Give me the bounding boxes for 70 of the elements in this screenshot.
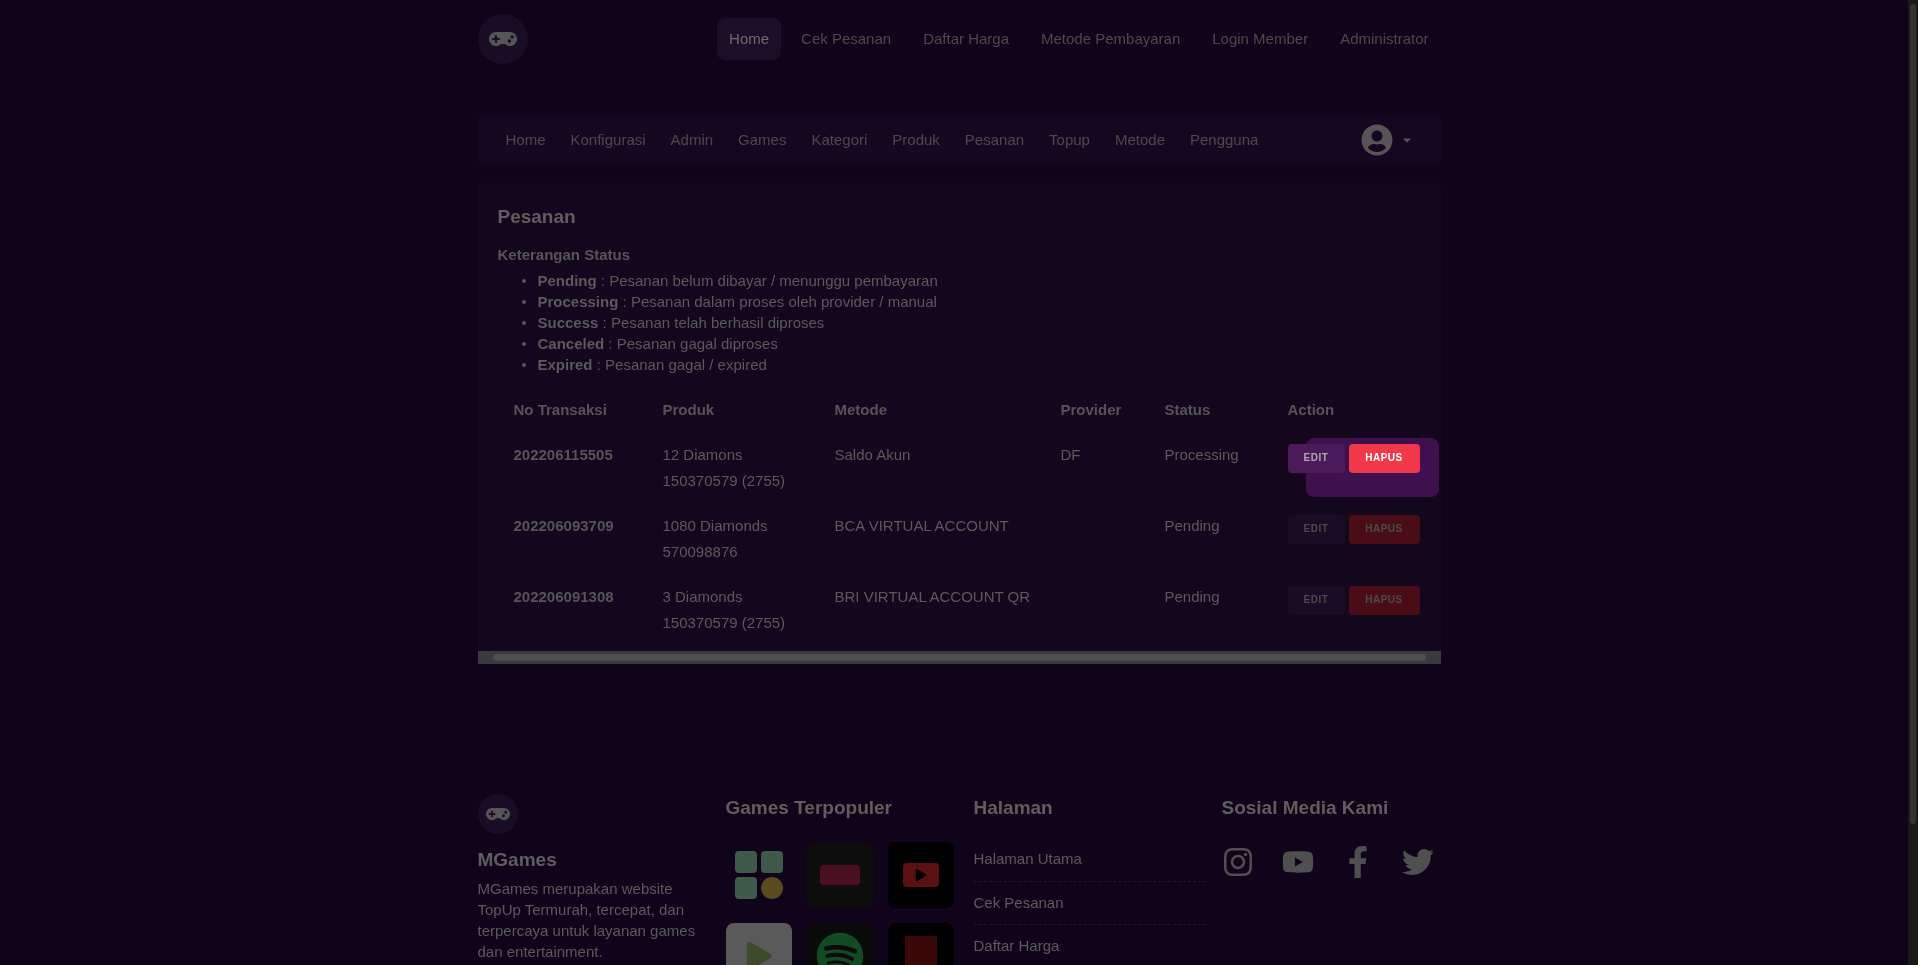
table-cell-text: 202206091308 [513,586,615,607]
footer-brand: MGames [477,847,558,872]
admin-nav-link[interactable]: Produk [892,128,940,152]
play-app-icon[interactable] [887,842,954,908]
admin-nav-link[interactable]: Pengguna [1190,128,1259,152]
legend-item: Pending : Pesanan belum dibayar / menunggu pembayaran [537,271,938,291]
column-header: Action [1287,400,1336,420]
column-header: Provider [1060,400,1123,420]
admin-nav-link[interactable]: Pesanan [964,128,1025,152]
table-cell-text: 1080 Diamonds [662,515,768,536]
delete-button[interactable]: HAPUS [1348,443,1420,473]
table-cell: Saldo Akun [834,445,911,463]
avatar-icon[interactable] [1360,124,1393,156]
table-cell: DF [1060,445,1081,463]
legend-title: Keterangan Status [497,244,632,265]
footer-heading: Games Terpopuler [725,795,893,820]
table-cell-text: 3 Diamonds [662,586,743,607]
table-cell: Pending [1164,587,1220,605]
table-cell: Processing [1164,445,1239,463]
table-cell: BRI VIRTUAL ACCOUNT QR [834,587,1031,605]
column-header: Metode [834,400,888,420]
footer-description: MGames merupakan website TopUp Termurah, tercepat, dan terpercaya untuk layanan games dan entertainment. [477,879,697,962]
table-cell-text: 202206093709 [513,515,615,536]
footer-heading: Halaman [973,795,1054,820]
admin-nav-link[interactable]: Konfigurasi [570,128,646,152]
column-header: Produk [662,400,716,420]
footer-link[interactable]: Halaman Utama [973,850,1082,867]
admin-nav-link[interactable]: Home [505,128,546,152]
table-cell: Pending [1164,516,1220,534]
table-cell-text: 202206115505 [513,444,614,465]
nav-link[interactable]: Login Member [1200,17,1321,61]
nav-link[interactable]: Daftar Harga [911,17,1021,61]
nav-link[interactable]: Cek Pesanan [789,17,904,61]
table-cell-text: 150370579 (2755) [662,612,786,633]
nav-link[interactable]: Metode Pembayaran [1029,17,1193,61]
bullet-icon [521,299,526,304]
horizontal-scrollbar[interactable] [477,650,1441,664]
delete-button[interactable]: HAPUS [1348,585,1420,615]
admin-nav-link[interactable]: Metode [1114,128,1165,152]
bullet-icon [521,320,526,325]
nav-link[interactable]: Home [717,17,782,61]
table-cell: BCA VIRTUAL ACCOUNT [834,516,1009,534]
delete-button[interactable]: HAPUS [1348,514,1420,544]
footer-heading: Sosial Media Kami [1221,795,1390,820]
table-cell-text: 150370579 (2755) [662,470,786,491]
edit-button[interactable]: EDIT [1287,585,1345,615]
table-cell-text: 570098876 [662,541,738,562]
column-header: Status [1164,400,1212,420]
legend-item: Canceled : Pesanan gagal diproses [537,334,778,354]
vertical-scrollbar[interactable] [1908,0,1918,965]
legend-item: Expired : Pesanan gagal / expired [537,355,767,375]
legend-item: Success : Pesanan telah berhasil diproses [537,313,825,333]
edit-button[interactable]: EDIT [1287,443,1345,473]
legend-item: Processing : Pesanan dalam proses oleh provider / manual [537,292,937,312]
column-header: No Transaksi [513,400,608,420]
twitter-icon[interactable] [1401,846,1434,878]
bullet-icon [521,278,526,283]
nav-link[interactable]: Administrator [1328,17,1441,61]
edit-button[interactable]: EDIT [1287,514,1345,544]
bullet-icon [521,362,526,367]
footer-link[interactable]: Daftar Harga [973,937,1060,954]
admin-nav-link[interactable]: Kategori [811,128,868,152]
card-title: Pesanan [497,205,577,229]
admin-nav-link[interactable]: Games [738,128,787,152]
bullet-icon [521,341,526,346]
instagram-icon[interactable] [1221,846,1254,878]
admin-nav-link[interactable]: Topup [1049,128,1090,152]
footer-link[interactable]: Cek Pesanan [973,893,1064,911]
table-cell-text: 12 Diamons [662,444,743,465]
admin-nav-link[interactable]: Admin [670,128,714,152]
